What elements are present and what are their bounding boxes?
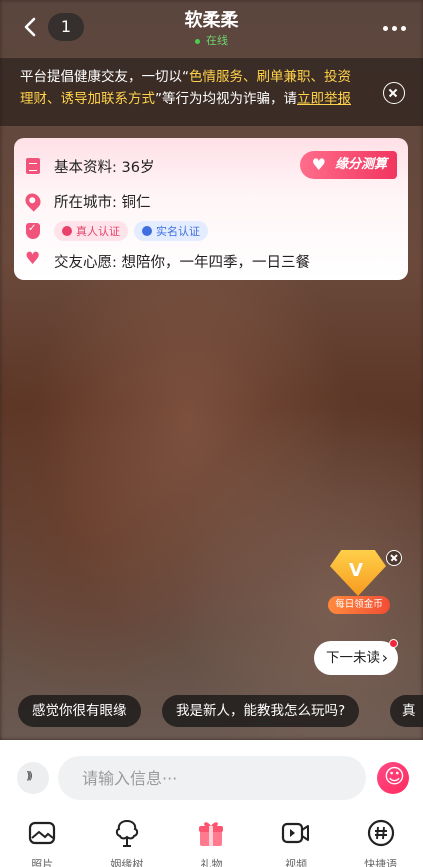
profile-badges-row: 真人认证 实名认证 — [26, 219, 214, 243]
shield-icon — [26, 223, 40, 239]
online-status: 在线 — [0, 32, 423, 48]
gift-icon — [196, 818, 226, 848]
hashtag-icon — [366, 818, 396, 848]
chevron-right-icon: › — [381, 648, 388, 667]
wish-text: 交友心愿: 想陪你，一年四季，一日三餐 — [54, 254, 310, 271]
toolbar-label: 照片 — [31, 858, 54, 867]
toolbar-photo[interactable]: 照片 — [0, 818, 85, 867]
next-unread-button[interactable]: 下一未读 › — [314, 639, 398, 675]
toolbar-label: 姻缘树 — [110, 858, 144, 867]
tree-icon — [112, 818, 142, 848]
daily-coins-label: 每日领金币 — [328, 596, 390, 614]
chat-header: 1 软柔柔 在线 — [0, 0, 423, 58]
more-dot-icon — [383, 25, 388, 31]
real-person-badge: 真人认证 — [54, 221, 128, 241]
voice-input-icon[interactable] — [17, 762, 49, 794]
profile-basic-row: 基本资料: 36岁 — [26, 154, 154, 178]
unread-dot — [389, 639, 398, 648]
daily-coins-widget[interactable]: V 每日领金币 — [326, 548, 390, 618]
quick-reply-chip[interactable]: 感觉你很有眼缘 — [18, 695, 141, 727]
next-unread-label: 下一未读 — [326, 650, 380, 666]
safety-notice-text: 平台提倡健康交友，一切以“色情服务、刷单兼职、投资理财、诱导加联系方式”等行为均… — [20, 66, 360, 110]
notice-close-icon[interactable] — [383, 82, 405, 104]
toolbar-quick-phrase[interactable]: 快捷语 — [338, 818, 423, 867]
profile-city-row: 所在城市: 铜仁 — [22, 189, 151, 213]
more-dot-icon — [392, 25, 397, 31]
online-dot-icon — [195, 38, 200, 44]
report-link[interactable]: 立即举报 — [297, 91, 351, 107]
badge-label: 真人认证 — [76, 225, 120, 238]
user-icon — [142, 226, 152, 236]
toolbar-label: 快捷语 — [364, 858, 398, 867]
contact-name: 软柔柔 — [184, 10, 239, 31]
toolbar-label: 礼物 — [200, 858, 223, 867]
profile-wish-row: 交友心愿: 想陪你，一年四季，一日三餐 — [25, 249, 310, 273]
toolbar-tree[interactable]: 姻缘树 — [85, 818, 170, 867]
widget-close-icon[interactable] — [386, 550, 402, 566]
verified-icon — [62, 226, 72, 236]
online-status-text: 在线 — [206, 34, 228, 47]
fate-test-button[interactable]: ♥ 缘分测算 — [300, 151, 397, 179]
photo-icon — [27, 818, 57, 848]
video-icon — [281, 818, 311, 848]
heart-icon — [25, 249, 40, 269]
location-pin-icon — [22, 190, 44, 212]
quick-reply-chip[interactable]: 我是新人，能教我怎么玩吗? — [162, 695, 360, 727]
city-text: 所在城市: 铜仁 — [54, 194, 151, 211]
toolbar-gift[interactable]: 礼物 — [169, 818, 254, 867]
fate-test-label: 缘分测算 — [334, 157, 387, 172]
badge-label: 实名认证 — [156, 225, 200, 238]
hearts-icon: ♥ — [311, 155, 326, 174]
safety-notice-banner: 平台提倡健康交友，一切以“色情服务、刷单兼职、投资理财、诱导加联系方式”等行为均… — [0, 58, 423, 126]
notice-text-part: 平台提倡健康交友，一切以“ — [20, 69, 189, 85]
composer-toolbar: 照片 姻缘树 礼物 视频 快捷语 — [0, 818, 423, 867]
basic-info-text: 基本资料: 36岁 — [54, 159, 155, 176]
quick-replies-bar: 感觉你很有眼缘 我是新人，能教我怎么玩吗? 真 — [0, 695, 423, 729]
notice-text-part: ”等行为均视为诈骗，请 — [155, 91, 297, 107]
document-icon — [26, 158, 40, 174]
toolbar-label: 视频 — [285, 858, 308, 867]
emoji-icon[interactable] — [377, 762, 409, 794]
toolbar-video[interactable]: 视频 — [254, 818, 339, 867]
more-options-button[interactable] — [383, 18, 409, 38]
real-name-badge: 实名认证 — [134, 221, 208, 241]
more-dot-icon — [401, 25, 406, 31]
quick-reply-chip[interactable]: 真 — [390, 695, 423, 727]
gem-letter: V — [349, 560, 363, 581]
composer-panel: 照片 姻缘树 礼物 视频 快捷语 — [0, 740, 423, 867]
message-input[interactable] — [58, 756, 366, 800]
